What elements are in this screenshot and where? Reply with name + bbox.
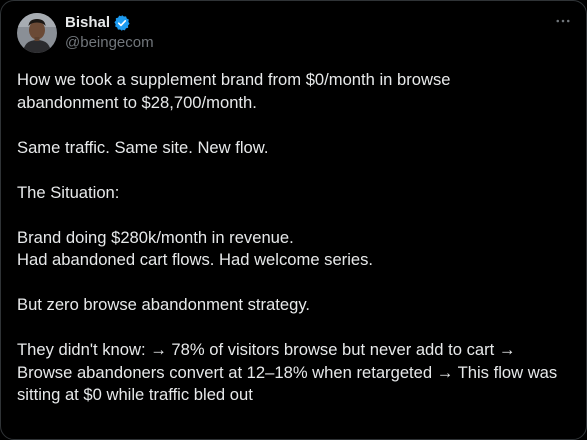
author-handle[interactable]: @beingecom bbox=[65, 33, 154, 53]
author-info: Bishal @beingecom bbox=[65, 13, 154, 53]
text-line: How we took a supplement brand from $0/m… bbox=[17, 70, 451, 89]
avatar[interactable] bbox=[17, 13, 57, 53]
tweet-header: Bishal @beingecom bbox=[17, 13, 154, 53]
text-line: Brand doing $280k/month in revenue. bbox=[17, 227, 294, 247]
text-line: They didn't know: → 78% of visitors brow… bbox=[17, 340, 516, 359]
display-name[interactable]: Bishal bbox=[65, 13, 110, 33]
tweet-text: How we took a supplement brand from $0/m… bbox=[17, 69, 573, 407]
more-horizontal-icon bbox=[556, 19, 570, 23]
text-line: Had abandoned cart flows. Had welcome se… bbox=[17, 250, 374, 269]
paragraph-brand-details: Brand doing $280k/month in revenue. Had … bbox=[17, 227, 573, 272]
tweet-card: Bishal @beingecom How we took a suppleme… bbox=[0, 0, 587, 440]
more-options-button[interactable] bbox=[552, 11, 574, 31]
paragraph-didnt-know: They didn't know: → 78% of visitors brow… bbox=[17, 339, 573, 407]
text-line: Same traffic. Same site. New flow. bbox=[17, 137, 269, 157]
profile-photo-icon bbox=[17, 13, 57, 53]
name-row: Bishal bbox=[65, 13, 154, 33]
text-line: sitting at $0 while traffic bled out bbox=[17, 385, 253, 404]
paragraph-situation-heading: The Situation: bbox=[17, 182, 573, 205]
text-line: abandonment to $28,700/month. bbox=[17, 92, 257, 112]
paragraph-same-traffic: Same traffic. Same site. New flow. bbox=[17, 137, 573, 160]
verified-badge-icon bbox=[113, 14, 131, 32]
text-line: But zero browse abandonment strategy. bbox=[17, 295, 311, 314]
paragraph-zero-strategy: But zero browse abandonment strategy. bbox=[17, 294, 573, 317]
text-line: The Situation: bbox=[17, 182, 120, 202]
paragraph-intro: How we took a supplement brand from $0/m… bbox=[17, 69, 573, 114]
text-line: Browse abandoners convert at 12–18% when… bbox=[17, 362, 558, 382]
